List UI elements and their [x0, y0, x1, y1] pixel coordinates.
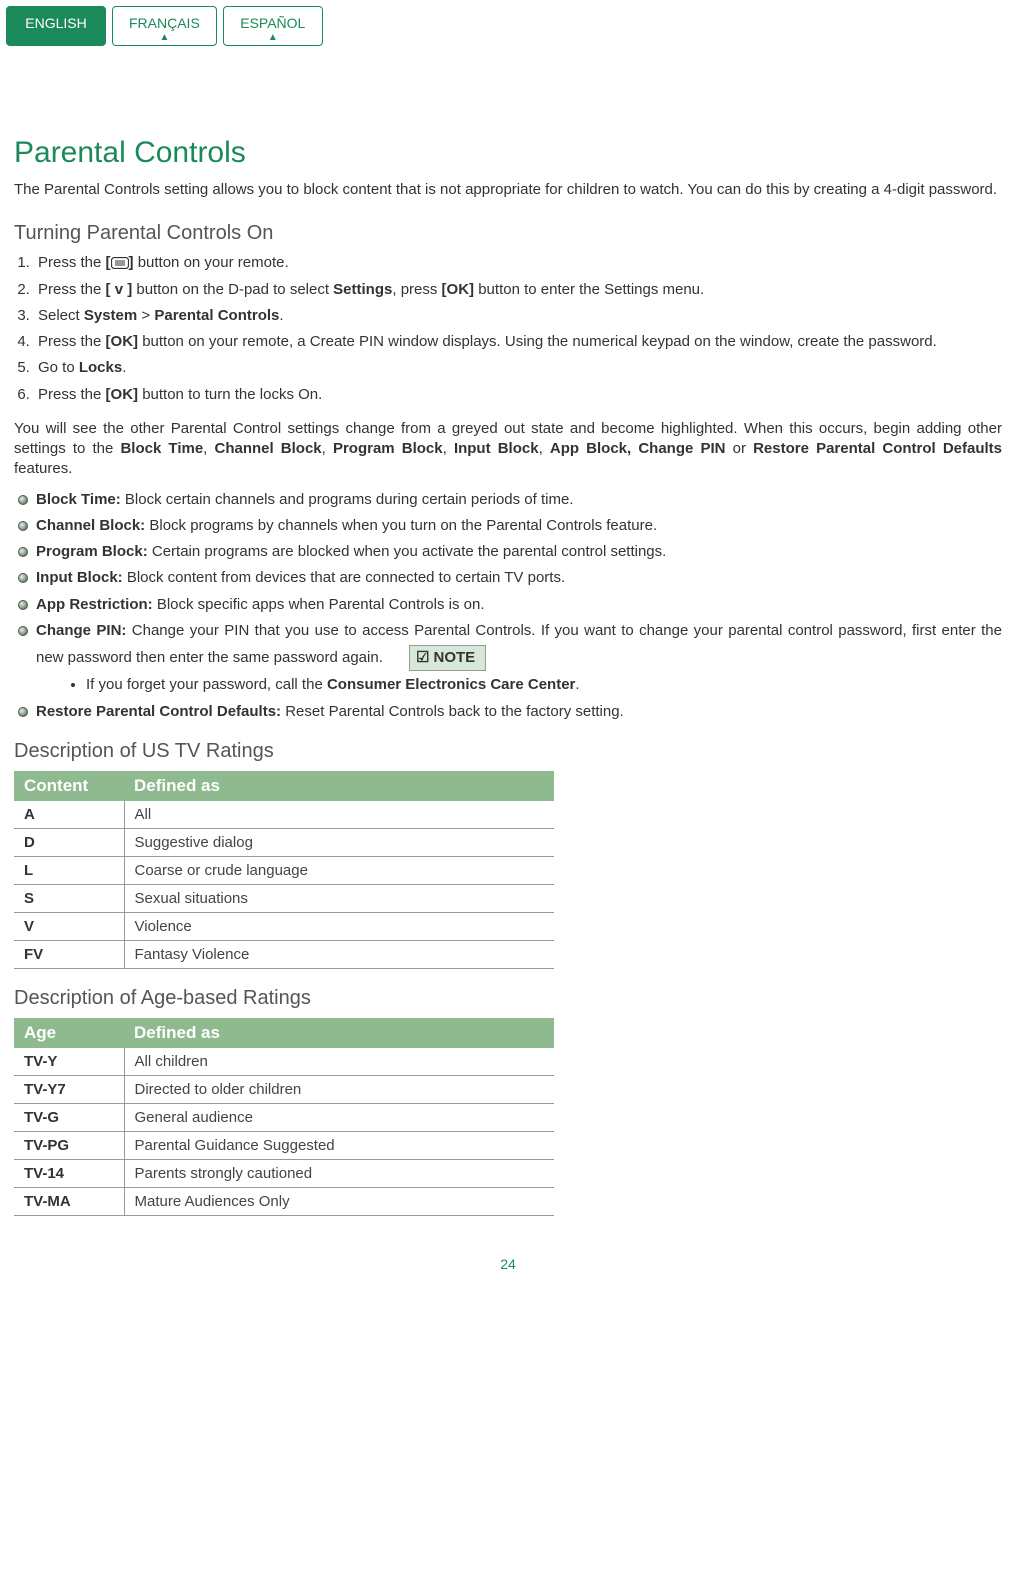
table-row: TV-MAMature Audiences Only: [14, 1187, 554, 1215]
table-row: FVFantasy Violence: [14, 940, 554, 968]
feature-list: Block Time: Block certain channels and p…: [14, 490, 1002, 722]
table-header: Defined as: [124, 771, 554, 801]
table-row: TV-14Parents strongly cautioned: [14, 1159, 554, 1187]
table-header: Content: [14, 771, 124, 801]
check-icon: ☑: [416, 649, 429, 666]
step-item: Press the [] button on your remote.: [34, 253, 1002, 273]
table-cell-def: Suggestive dialog: [124, 828, 554, 856]
list-item: Block Time: Block certain channels and p…: [16, 490, 1002, 510]
triangle-up-icon: ▲: [268, 33, 278, 43]
steps-list: Press the [] button on your remote. Pres…: [14, 253, 1002, 405]
language-tabs: ENGLISH FRANÇAIS ▲ ESPAÑOL ▲: [0, 0, 1016, 46]
table-cell-def: All: [124, 801, 554, 829]
tab-espanol[interactable]: ESPAÑOL ▲: [223, 6, 323, 46]
page-title: Parental Controls: [14, 136, 1002, 170]
step-item: Press the [OK] button on your remote, a …: [34, 332, 1002, 352]
intro-text: The Parental Controls setting allows you…: [14, 180, 1002, 200]
menu-button-icon: [111, 257, 129, 269]
follow-text: You will see the other Parental Control …: [14, 419, 1002, 480]
table-cell-def: All children: [124, 1048, 554, 1076]
table-row: TV-YAll children: [14, 1048, 554, 1076]
table-cell-code: TV-MA: [14, 1187, 124, 1215]
tab-francais[interactable]: FRANÇAIS ▲: [112, 6, 217, 46]
table-cell-def: Parental Guidance Suggested: [124, 1131, 554, 1159]
list-item: Restore Parental Control Defaults: Reset…: [16, 702, 1002, 722]
note-list: If you forget your password, call the Co…: [36, 675, 1002, 695]
list-item: App Restriction: Block specific apps whe…: [16, 595, 1002, 615]
tab-label: ENGLISH: [25, 15, 86, 31]
table-cell-code: TV-Y: [14, 1048, 124, 1076]
list-item: Program Block: Certain programs are bloc…: [16, 542, 1002, 562]
list-item: Channel Block: Block programs by channel…: [16, 516, 1002, 536]
table-cell-def: Violence: [124, 912, 554, 940]
note-label: NOTE: [434, 649, 476, 666]
table-cell-code: D: [14, 828, 124, 856]
triangle-up-icon: ▲: [159, 33, 169, 43]
table-cell-def: Coarse or crude language: [124, 856, 554, 884]
table-cell-def: Directed to older children: [124, 1075, 554, 1103]
table-row: TV-PGParental Guidance Suggested: [14, 1131, 554, 1159]
list-item: Input Block: Block content from devices …: [16, 568, 1002, 588]
table-row: DSuggestive dialog: [14, 828, 554, 856]
section-heading: Description of US TV Ratings: [14, 740, 1002, 763]
section-heading: Turning Parental Controls On: [14, 222, 1002, 245]
list-item: Change PIN: Change your PIN that you use…: [16, 621, 1002, 696]
table-cell-def: Mature Audiences Only: [124, 1187, 554, 1215]
tab-english[interactable]: ENGLISH: [6, 6, 106, 46]
tab-label: ESPAÑOL: [240, 15, 305, 31]
table-cell-def: Fantasy Violence: [124, 940, 554, 968]
table-cell-code: TV-PG: [14, 1131, 124, 1159]
table-row: AAll: [14, 801, 554, 829]
table-cell-code: V: [14, 912, 124, 940]
table-cell-code: TV-Y7: [14, 1075, 124, 1103]
us-ratings-table: Content Defined as AAllDSuggestive dialo…: [14, 771, 554, 969]
step-item: Go to Locks.: [34, 358, 1002, 378]
section-heading: Description of Age-based Ratings: [14, 987, 1002, 1010]
table-cell-def: Parents strongly cautioned: [124, 1159, 554, 1187]
tab-label: FRANÇAIS: [129, 15, 200, 31]
table-cell-code: TV-14: [14, 1159, 124, 1187]
step-item: Select System > Parental Controls.: [34, 306, 1002, 326]
table-cell-code: TV-G: [14, 1103, 124, 1131]
table-header: Defined as: [124, 1018, 554, 1048]
table-row: LCoarse or crude language: [14, 856, 554, 884]
page-content: Parental Controls The Parental Controls …: [0, 46, 1016, 1312]
table-row: VViolence: [14, 912, 554, 940]
age-ratings-table: Age Defined as TV-YAll childrenTV-Y7Dire…: [14, 1018, 554, 1216]
note-box: ☑ NOTE: [409, 645, 486, 671]
table-cell-code: FV: [14, 940, 124, 968]
table-row: TV-Y7Directed to older children: [14, 1075, 554, 1103]
note-item: If you forget your password, call the Co…: [86, 675, 1002, 695]
table-header: Age: [14, 1018, 124, 1048]
page-number: 24: [14, 1256, 1002, 1272]
step-item: Press the [ v ] button on the D-pad to s…: [34, 280, 1002, 300]
table-cell-code: L: [14, 856, 124, 884]
table-cell-def: Sexual situations: [124, 884, 554, 912]
table-cell-code: S: [14, 884, 124, 912]
table-cell-code: A: [14, 801, 124, 829]
table-row: TV-GGeneral audience: [14, 1103, 554, 1131]
table-row: SSexual situations: [14, 884, 554, 912]
step-item: Press the [OK] button to turn the locks …: [34, 385, 1002, 405]
table-cell-def: General audience: [124, 1103, 554, 1131]
